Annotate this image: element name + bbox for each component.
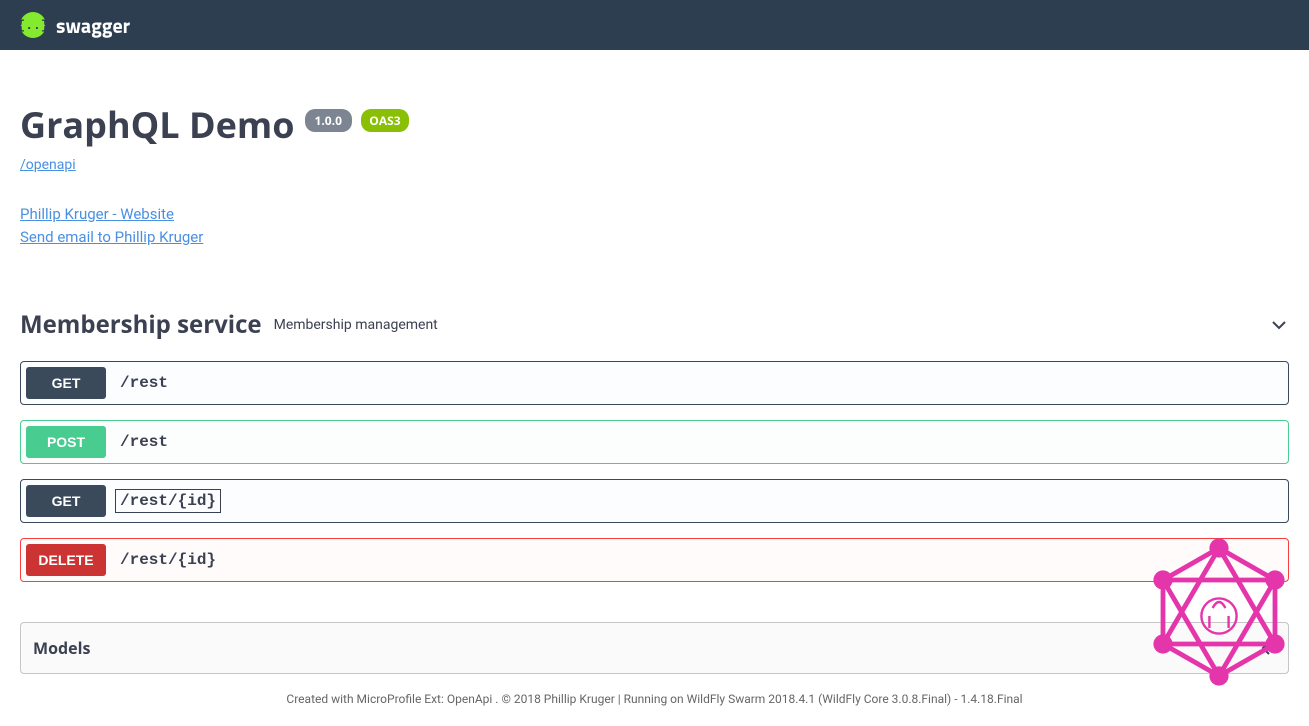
chevron-down-icon: [1269, 315, 1289, 335]
method-badge: GET: [26, 485, 106, 517]
contact-website-link[interactable]: Phillip Kruger - Website: [20, 203, 1289, 226]
topbar-title: swagger: [56, 10, 130, 41]
topbar: {..} swagger: [0, 0, 1309, 50]
footer-text: Created with MicroProfile Ext: OpenApi .…: [20, 692, 1289, 726]
method-badge: DELETE: [26, 544, 106, 576]
operation-path: /rest: [116, 431, 172, 453]
operation-get-2[interactable]: GET/rest/{id}: [20, 479, 1289, 523]
topbar-logo[interactable]: {..} swagger: [20, 10, 130, 41]
operations-list: GET/restPOST/restGET/rest/{id}DELETE/res…: [20, 361, 1289, 582]
version-badge: 1.0.0: [305, 109, 352, 132]
oas-badge: OAS3: [361, 109, 408, 132]
base-url-link[interactable]: /openapi: [20, 157, 76, 173]
tag-description: Membership management: [274, 317, 1269, 333]
chevron-left-icon: [1256, 638, 1276, 658]
tag-name: Membership service: [20, 308, 262, 341]
contact-email-link[interactable]: Send email to Phillip Kruger: [20, 226, 1289, 249]
swagger-logo-icon: {..}: [20, 12, 46, 38]
contact-links: Phillip Kruger - Website Send email to P…: [20, 203, 1289, 248]
models-section: Models: [20, 622, 1289, 674]
api-info: GraphQL Demo 1.0.0 OAS3 /openapi Phillip…: [20, 100, 1289, 248]
operation-delete-3[interactable]: DELETE/rest/{id}: [20, 538, 1289, 582]
operation-get-0[interactable]: GET/rest: [20, 361, 1289, 405]
operation-path: /rest: [116, 372, 172, 394]
api-title: GraphQL Demo: [20, 100, 295, 149]
operation-path: /rest/{id}: [116, 490, 220, 512]
models-title: Models: [33, 637, 90, 659]
method-badge: POST: [26, 426, 106, 458]
operation-post-1[interactable]: POST/rest: [20, 420, 1289, 464]
method-badge: GET: [26, 367, 106, 399]
api-title-row: GraphQL Demo 1.0.0 OAS3: [20, 100, 1289, 149]
operation-path: /rest/{id}: [116, 549, 220, 571]
tag-header[interactable]: Membership service Membership management: [20, 298, 1289, 351]
tag-section: Membership service Membership management…: [20, 298, 1289, 582]
models-header[interactable]: Models: [21, 623, 1288, 673]
